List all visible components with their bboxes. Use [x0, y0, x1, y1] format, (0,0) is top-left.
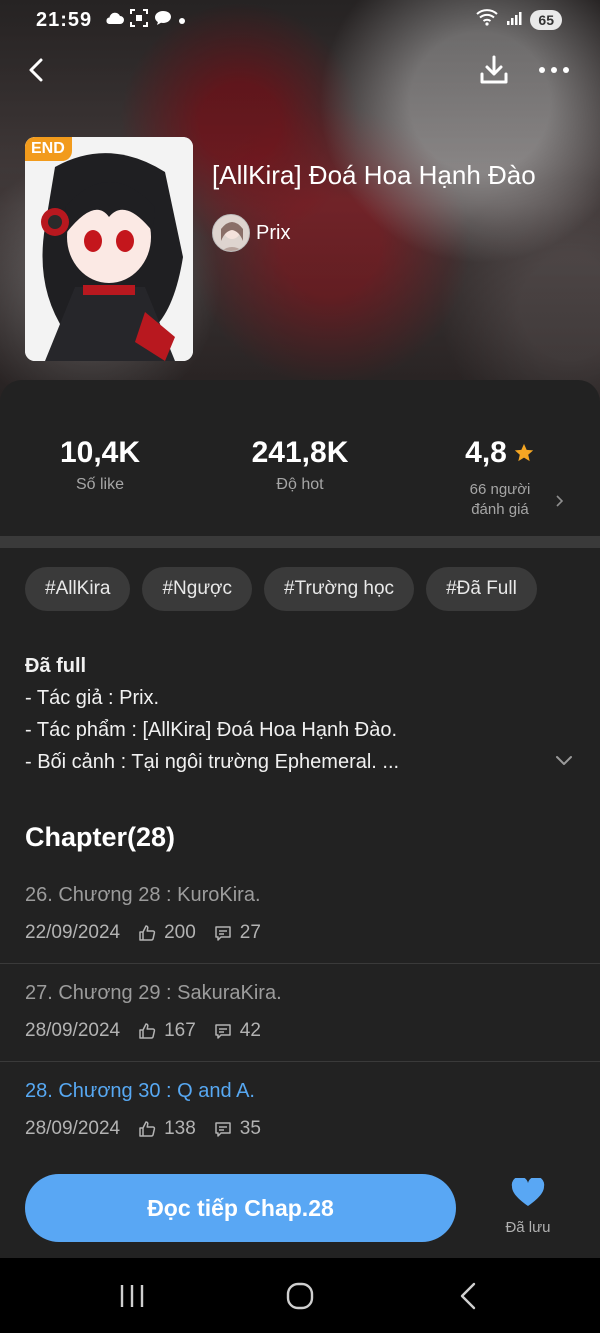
signal-icon: [506, 9, 522, 32]
cover-illustration: [25, 137, 193, 361]
likes-count: 10,4K: [59, 436, 141, 469]
chapter-row[interactable]: 27. Chương 29 : SakuraKira. 28/09/2024 1…: [0, 964, 600, 1062]
chapter-likes: 167: [164, 1020, 196, 1041]
story-title: [AllKira] Đoá Hoa Hạnh Đào: [212, 160, 536, 190]
description-line: - Tác giả : Prix.: [25, 687, 160, 709]
more-dots-icon: [539, 67, 569, 73]
battery-icon: 65: [530, 10, 562, 30]
chapter-list: 26. Chương 28 : KuroKira. 22/09/2024 200…: [0, 866, 600, 1160]
chapter-date: 28/09/2024: [25, 1118, 121, 1139]
back-arrow-icon: [460, 1282, 476, 1310]
tag-list: #AllKira #Ngược #Trường học #Đã Full: [25, 567, 537, 611]
continue-reading-button[interactable]: Đọc tiếp Chap.28: [25, 1174, 456, 1242]
story-cover-image[interactable]: END: [25, 137, 193, 361]
hot-count: 241,8K: [251, 436, 349, 469]
chapter-date: 22/09/2024: [25, 922, 121, 943]
status-bar: 21:59 65: [0, 0, 600, 40]
dot-icon: [178, 12, 186, 29]
description-heading: Đã full: [25, 655, 87, 677]
rating-value: 4,8: [465, 436, 507, 469]
home-icon: [286, 1282, 314, 1310]
tag-chip[interactable]: #Ngược: [142, 567, 253, 611]
home-button[interactable]: [280, 1280, 320, 1312]
likes-label: Số like: [75, 476, 125, 493]
rating-count-line1: 66 người: [469, 481, 531, 498]
chapter-row[interactable]: 26. Chương 28 : KuroKira. 22/09/2024 200…: [0, 866, 600, 964]
expand-description-button[interactable]: [552, 748, 576, 772]
chapter-date: 28/09/2024: [25, 1020, 121, 1041]
chapter-title: 28. Chương 30 : Q and A.: [25, 1080, 255, 1102]
author-name: Prix: [256, 221, 291, 244]
stats-panel: 10,4K Số like 241,8K Độ hot 4,8 66 người…: [0, 380, 600, 536]
cloud-icon: [104, 11, 125, 29]
rating-count-line2: đánh giá: [471, 501, 529, 518]
stat-rating[interactable]: 4,8 66 người đánh giá: [400, 436, 600, 520]
chapter-heading: Chapter(28): [25, 822, 176, 852]
status-time: 21:59: [36, 8, 93, 31]
download-icon: [480, 55, 508, 84]
recent-apps-icon: [120, 1285, 144, 1307]
comment-icon: [215, 1024, 231, 1039]
avatar: [212, 214, 250, 252]
chevron-left-icon: [29, 58, 43, 82]
wifi-icon: [476, 8, 499, 32]
chapter-comments: 27: [239, 922, 261, 943]
stat-hot: 241,8K Độ hot: [200, 436, 400, 494]
stat-likes: 10,4K Số like: [0, 436, 200, 494]
chapter-meta: 22/09/2024 200 27: [25, 922, 575, 944]
chat-bubble-icon: [154, 10, 172, 30]
chapter-meta: 28/09/2024 138 35: [25, 1118, 575, 1140]
star-icon: [514, 443, 534, 462]
thumbs-up-icon: [139, 1023, 156, 1039]
chapter-title: 26. Chương 28 : KuroKira.: [25, 884, 261, 906]
app-bar: [0, 42, 600, 98]
chapter-likes: 138: [164, 1118, 196, 1139]
description-line: - Tác phẩm : [AllKira] Đoá Hoa Hạnh Đào.: [25, 719, 398, 741]
battery-level: 65: [538, 12, 554, 28]
tag-chip[interactable]: #Trường học: [264, 567, 415, 611]
end-badge: END: [25, 137, 72, 161]
back-button[interactable]: [20, 52, 56, 88]
bottom-action-bar: Đọc tiếp Chap.28 Đã lưu: [0, 1160, 600, 1258]
screenshot-icon: [130, 9, 149, 31]
tag-chip[interactable]: #Đã Full: [426, 567, 537, 611]
tag-chip[interactable]: #AllKira: [25, 567, 131, 611]
heart-icon: [511, 1176, 545, 1206]
comment-icon: [215, 1122, 231, 1137]
chapter-likes: 200: [164, 922, 196, 943]
section-divider: [0, 536, 600, 548]
chevron-right-icon: [555, 492, 565, 513]
thumbs-up-icon: [139, 925, 156, 941]
rating-count-label: 66 người đánh giá: [400, 480, 600, 520]
comment-icon: [215, 926, 231, 941]
saved-button[interactable]: Đã lưu: [490, 1176, 566, 1236]
recent-apps-button[interactable]: [112, 1280, 152, 1312]
more-options-button[interactable]: [534, 52, 574, 88]
description-line: - Bối cảnh : Tại ngôi trường Ephemeral. …: [25, 751, 400, 773]
chapter-comments: 42: [239, 1020, 261, 1041]
chevron-down-icon: [556, 756, 572, 765]
author-link[interactable]: Prix: [212, 214, 290, 252]
saved-label: Đã lưu: [505, 1219, 551, 1236]
hot-label: Độ hot: [276, 476, 324, 493]
chapter-meta: 28/09/2024 167 42: [25, 1020, 575, 1042]
system-nav-bar: [0, 1258, 600, 1333]
download-button[interactable]: [474, 50, 514, 90]
system-back-button[interactable]: [448, 1280, 488, 1312]
chapter-row-current[interactable]: 28. Chương 30 : Q and A. 28/09/2024 138 …: [0, 1062, 600, 1160]
chapter-comments: 35: [239, 1118, 261, 1139]
thumbs-up-icon: [139, 1121, 156, 1137]
story-description: Đã full - Tác giả : Prix. - Tác phẩm : […: [25, 650, 565, 778]
chapter-title: 27. Chương 29 : SakuraKira.: [25, 982, 282, 1004]
